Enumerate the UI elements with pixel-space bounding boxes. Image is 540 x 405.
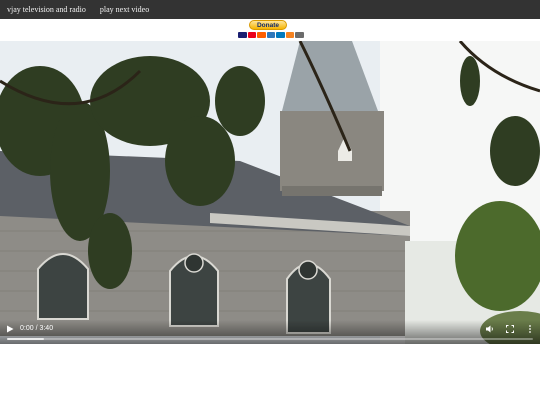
progress-bar[interactable] xyxy=(7,338,533,340)
payment-card-icon xyxy=(276,32,285,38)
nav-link-play-next[interactable]: play next video xyxy=(93,0,156,19)
nav-link-home[interactable]: vjay television and radio xyxy=(0,0,93,19)
video-player[interactable]: 0:00 / 3:40 xyxy=(0,41,540,344)
time-display: 0:00 / 3:40 xyxy=(20,325,54,332)
payment-card-icon xyxy=(257,32,266,38)
play-icon[interactable] xyxy=(5,324,15,334)
payment-cards xyxy=(238,32,304,38)
donate-button[interactable]: Donate xyxy=(249,20,287,30)
payment-card-icon xyxy=(285,32,294,38)
fullscreen-icon[interactable] xyxy=(505,324,515,334)
payment-card-icon xyxy=(266,32,275,38)
payment-card-icon xyxy=(238,32,247,38)
more-options-icon[interactable] xyxy=(525,324,535,334)
volume-icon[interactable] xyxy=(485,324,495,334)
donate-widget: Donate xyxy=(238,19,304,41)
top-nav: vjay television and radio play next vide… xyxy=(0,0,540,19)
payment-card-icon xyxy=(247,32,256,38)
payment-card-icon xyxy=(295,32,304,38)
video-controls: 0:00 / 3:40 xyxy=(0,320,540,344)
video-frame xyxy=(0,41,540,344)
progress-buffered xyxy=(7,338,44,340)
